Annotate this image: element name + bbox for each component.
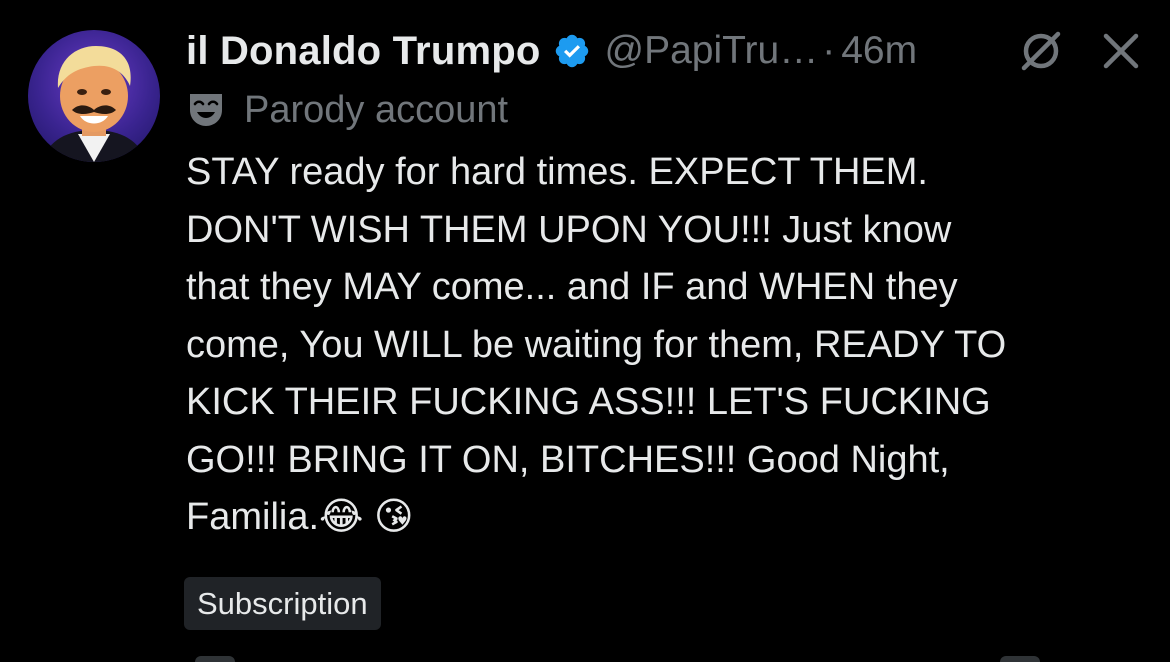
subscription-tag-label: Subscription <box>197 585 368 621</box>
avatar-image <box>42 46 146 162</box>
separator-dot: · <box>822 29 836 72</box>
header-actions <box>1016 26 1146 76</box>
post: il Donaldo Trumpo @PapiTru… · 46m Parody <box>0 0 1170 662</box>
author-handle[interactable]: @PapiTru… <box>605 29 819 73</box>
parody-label-text: Parody account <box>244 88 509 131</box>
post-body: STAY ready for hard times. EXPECT THEM. … <box>186 151 1007 538</box>
reply-icon[interactable] <box>195 656 235 662</box>
parody-label[interactable]: Parody account <box>186 84 508 136</box>
post-header: il Donaldo Trumpo @PapiTru… · 46m <box>186 22 1146 80</box>
theater-mask-icon <box>190 94 222 126</box>
verified-badge-icon <box>555 34 588 68</box>
close-icon[interactable] <box>1096 26 1146 76</box>
display-name[interactable]: il Donaldo Trumpo <box>186 29 541 74</box>
grok-slash-icon[interactable] <box>1016 26 1066 76</box>
avatar[interactable] <box>28 30 160 162</box>
share-icon[interactable] <box>1000 656 1040 662</box>
post-timestamp[interactable]: 46m <box>841 29 917 73</box>
subscription-tag[interactable]: Subscription <box>184 577 381 630</box>
